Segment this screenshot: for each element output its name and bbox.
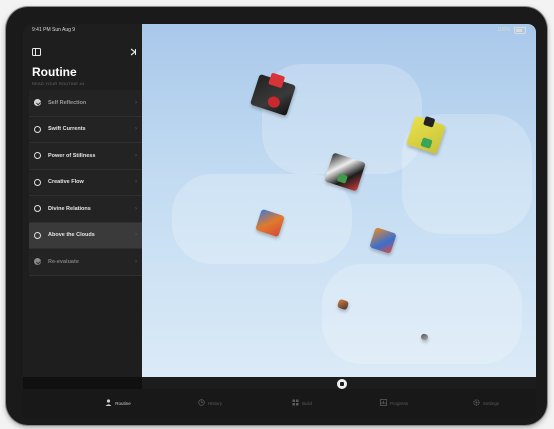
circle-icon [34, 178, 41, 186]
routine-item-swift-currents[interactable]: Swift Currents › [29, 116, 142, 143]
chevron-right-icon: › [135, 99, 137, 106]
history-icon [198, 399, 205, 408]
settings-icon [473, 399, 480, 408]
chevron-right-icon: › [135, 179, 137, 186]
sidebar: Routine READ YOUR ROUTINE #4 Self Reflec… [23, 24, 142, 377]
tab-progress[interactable]: Progress [348, 399, 440, 408]
check-filled-icon [34, 99, 41, 107]
tab-label: History [207, 401, 222, 406]
routine-item-divine-relations[interactable]: Divine Relations › [29, 196, 142, 223]
stop-icon [340, 382, 344, 386]
ipad-device-frame: 9:41 PM Sun Aug 9 100% Routine READ YOUR… [6, 7, 547, 425]
status-bar: 9:41 PM Sun Aug 9 100% [23, 24, 536, 36]
page-subtitle: READ YOUR ROUTINE #4 [32, 81, 85, 86]
chevron-right-icon: › [135, 152, 137, 159]
collapse-icon[interactable] [129, 48, 138, 56]
tab-build[interactable]: Build [256, 399, 348, 408]
tab-bar: Routine History Build Progress Settings [23, 389, 536, 418]
routine-item-label: Creative Flow [48, 179, 84, 186]
routine-item-above-the-clouds[interactable]: Above the Clouds › [29, 222, 142, 249]
battery-percent: 100% [497, 27, 510, 33]
chevron-right-icon: › [135, 258, 137, 265]
cloud-shape [322, 264, 522, 364]
stop-button[interactable] [337, 379, 347, 389]
circle-icon [34, 152, 41, 160]
routine-item-re-evaluate[interactable]: Re-evaluate › [29, 249, 142, 276]
routine-item-label: Divine Relations [48, 205, 91, 212]
routine-item-self-reflection[interactable]: Self Reflection › [29, 90, 142, 117]
status-time: 9:41 PM Sun Aug 9 [32, 27, 76, 33]
player-bar [142, 377, 536, 389]
chevron-right-icon: › [135, 126, 137, 133]
routine-item-creative-flow[interactable]: Creative Flow › [29, 169, 142, 196]
person-icon [105, 399, 112, 408]
routine-item-power-of-stillness[interactable]: Power of Stillness › [29, 143, 142, 170]
chevron-right-icon: › [135, 232, 137, 239]
routine-item-label: Above the Clouds [48, 232, 95, 239]
page-title: Routine [32, 65, 77, 79]
sidebar-toggle-icon[interactable] [32, 48, 41, 56]
circle-icon [34, 125, 41, 133]
tab-label: Progress [389, 401, 408, 406]
chevron-right-icon: › [135, 205, 137, 212]
tab-history[interactable]: History [164, 399, 256, 408]
battery-icon [514, 26, 526, 34]
routine-item-label: Swift Currents [48, 126, 86, 133]
routine-item-label: Power of Stillness [48, 152, 96, 159]
circle-icon [34, 231, 41, 239]
routine-item-label: Re-evaluate [48, 258, 79, 265]
progress-icon [380, 399, 387, 408]
routine-item-label: Self Reflection [48, 99, 87, 106]
routine-list: Self Reflection › Swift Currents › Power… [29, 90, 142, 276]
circle-icon [34, 205, 41, 213]
tab-label: Routine [115, 401, 131, 406]
build-icon [292, 399, 299, 408]
floating-cube-small-right[interactable] [369, 227, 397, 254]
gear-icon [34, 258, 41, 266]
tab-label: Settings [482, 401, 500, 406]
screen: 9:41 PM Sun Aug 9 100% Routine READ YOUR… [23, 24, 536, 418]
tab-label: Build [301, 401, 312, 406]
status-indicators: 100% [497, 24, 526, 36]
tab-settings[interactable]: Settings [440, 399, 532, 408]
scene-canvas[interactable] [142, 24, 536, 377]
tab-routine[interactable]: Routine [72, 399, 164, 408]
